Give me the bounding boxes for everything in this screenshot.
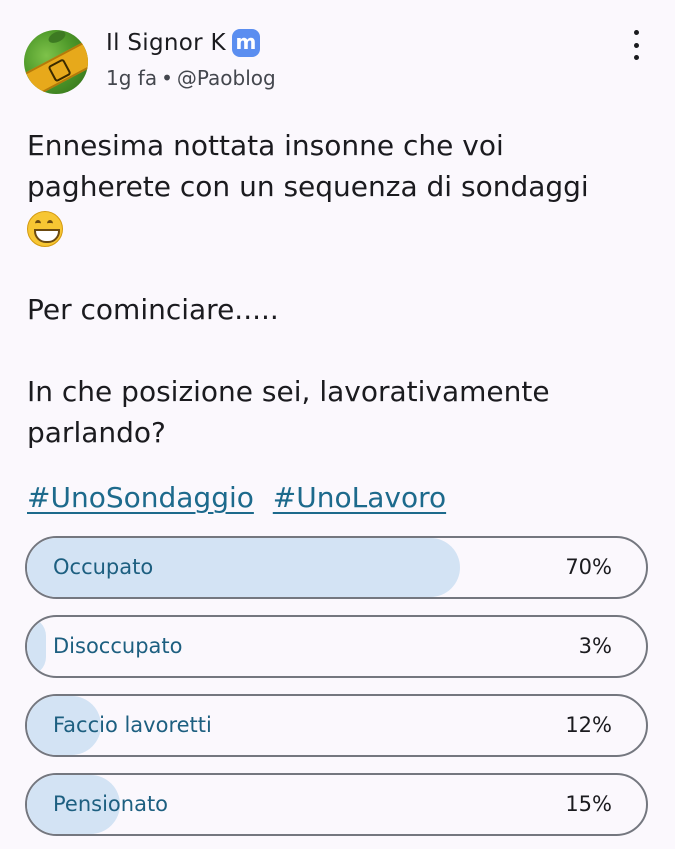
post-text-line: parlando? — [27, 416, 166, 449]
author-handle[interactable]: @Paoblog — [177, 66, 276, 90]
hashtag-link[interactable]: #UnoSondaggio — [27, 481, 254, 514]
post-text-line: Per cominciare..... — [27, 293, 279, 326]
poll-option-percent: 12% — [565, 713, 612, 737]
poll-option[interactable]: Occupato 70% — [25, 536, 648, 599]
poll-option-label: Occupato — [53, 555, 154, 579]
mastodon-icon: m — [231, 29, 260, 57]
leaf-shape — [46, 30, 68, 46]
post-text-line: pagherete con un sequenza di sondaggi — [27, 170, 589, 203]
post-time: 1g fa — [106, 66, 158, 90]
poll-option[interactable]: Faccio lavoretti 12% — [25, 694, 648, 757]
poll-fill-bar — [27, 617, 46, 676]
post-text-line: In che posizione sei, lavorativamente — [27, 375, 550, 408]
post-header: Il Signor K m 1g fa • @Paoblog — [24, 22, 654, 94]
poll-option-label: Disoccupato — [53, 634, 183, 658]
author-name[interactable]: Il Signor K — [106, 30, 226, 56]
post-text-line: Ennesima nottata insonne che voi — [27, 129, 504, 162]
poll-option-percent: 15% — [565, 792, 612, 816]
poll-option-percent: 3% — [578, 634, 612, 658]
author-row: Il Signor K m — [106, 26, 260, 60]
poll-option-label: Pensionato — [53, 792, 169, 816]
poll-option-label: Faccio lavoretti — [53, 713, 212, 737]
avatar[interactable] — [24, 30, 88, 94]
poll-option-percent: 70% — [565, 555, 612, 579]
hashtag-link[interactable]: #UnoLavoro — [273, 481, 446, 514]
poll-option[interactable]: Disoccupato 3% — [25, 615, 648, 678]
tape-shape — [25, 42, 88, 94]
poll-option[interactable]: Pensionato 15% — [25, 773, 648, 836]
hashtags: #UnoSondaggio #UnoLavoro — [27, 481, 456, 514]
grinning-face-emoji — [27, 211, 63, 247]
separator-dot: • — [161, 66, 173, 90]
more-vert-icon[interactable] — [626, 30, 646, 60]
post-meta: 1g fa • @Paoblog — [106, 66, 276, 90]
post-content: Ennesima nottata insonne che voi paghere… — [27, 125, 647, 453]
